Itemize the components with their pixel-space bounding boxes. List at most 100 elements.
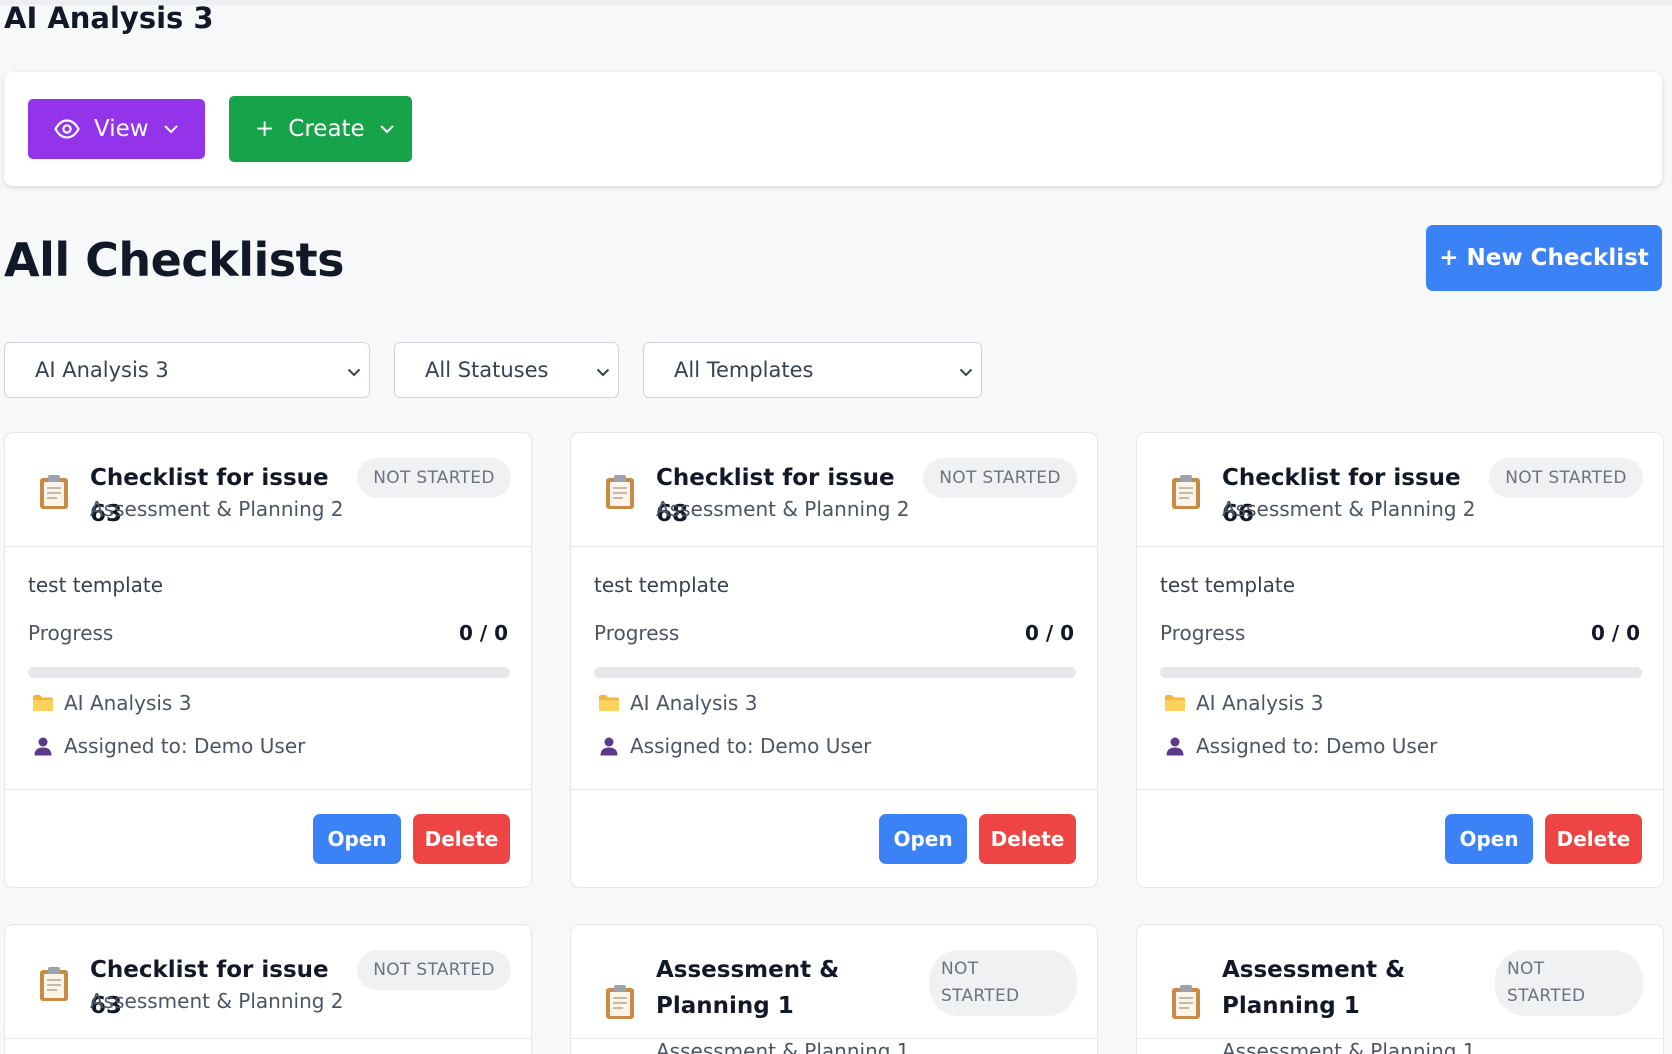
progress-value: 0 / 0: [1590, 621, 1640, 645]
open-button[interactable]: Open: [1445, 814, 1533, 864]
status-badge-line: STARTED: [1507, 986, 1586, 1006]
card-project: AI Analysis 3: [597, 691, 757, 715]
folder-icon: [1163, 694, 1187, 712]
toolbar: View + Create: [4, 72, 1662, 186]
checklist-card: Checklist for issue 63 Assessment & Plan…: [4, 432, 532, 888]
card-assignee-name: Assigned to: Demo User: [1196, 734, 1438, 758]
status-badge: NOT STARTED: [929, 950, 1077, 1016]
card-header: Assessment & Planning 1 Assessment & Pla…: [571, 925, 1097, 1054]
chevron-down-icon: [163, 124, 179, 134]
card-footer: Open Delete: [1137, 789, 1663, 887]
card-template-name: test template: [28, 573, 164, 597]
project-filter-value: AI Analysis 3: [35, 358, 169, 382]
checklist-card: Assessment & Planning 1 Assessment & Pla…: [570, 924, 1098, 1054]
progress-value: 0 / 0: [1024, 621, 1074, 645]
status-badge: NOT STARTED: [357, 950, 511, 990]
card-subtitle: Assessment & Planning 2: [1222, 497, 1476, 521]
status-badge-line: NOT: [1507, 959, 1545, 979]
user-icon: [597, 736, 621, 756]
plus-icon: +: [255, 116, 275, 142]
card-assignee-name: Assigned to: Demo User: [630, 734, 872, 758]
new-checklist-button[interactable]: + New Checklist: [1426, 225, 1662, 291]
progress-bar: [594, 667, 1076, 678]
delete-button[interactable]: Delete: [979, 814, 1076, 864]
clipboard-icon: [37, 965, 71, 1007]
delete-button[interactable]: Delete: [1545, 814, 1642, 864]
project-filter-select[interactable]: AI Analysis 3: [4, 342, 370, 398]
checklist-card: Checklist for issue 68 Assessment & Plan…: [570, 432, 1098, 888]
card-subtitle: Assessment & Planning 2: [656, 497, 910, 521]
delete-button[interactable]: Delete: [413, 814, 510, 864]
eye-icon: [54, 119, 80, 139]
folder-icon: [597, 694, 621, 712]
card-project: AI Analysis 3: [31, 691, 191, 715]
card-assignee: Assigned to: Demo User: [597, 734, 871, 758]
card-project-name: AI Analysis 3: [64, 691, 192, 715]
create-dropdown-button[interactable]: + Create: [229, 96, 412, 162]
card-project-name: AI Analysis 3: [630, 691, 758, 715]
checklist-card: Assessment & Planning 1 Assessment & Pla…: [1136, 924, 1664, 1054]
card-footer: Open Delete: [5, 789, 531, 887]
clipboard-icon: [1169, 983, 1203, 1025]
card-project-name: AI Analysis 3: [1196, 691, 1324, 715]
card-title[interactable]: Assessment & Planning 1: [1222, 952, 1462, 1024]
create-label: Create: [288, 116, 365, 142]
card-body: test template Progress 0 / 0 AI Analysis…: [1137, 547, 1663, 789]
view-label: View: [94, 116, 149, 142]
card-assignee-name: Assigned to: Demo User: [64, 734, 306, 758]
status-badge-line: NOT: [941, 959, 979, 979]
card-header: Checklist for issue 68 Assessment & Plan…: [571, 433, 1097, 547]
card-subtitle: Assessment & Planning 1: [1222, 1039, 1476, 1054]
template-filter-value: All Templates: [674, 358, 814, 382]
clipboard-icon: [603, 983, 637, 1025]
status-badge: NOT STARTED: [1489, 458, 1643, 498]
chevron-down-icon: [347, 358, 361, 382]
progress-bar: [1160, 667, 1642, 678]
folder-icon: [31, 694, 55, 712]
card-project: AI Analysis 3: [1163, 691, 1323, 715]
progress-label: Progress: [28, 621, 114, 645]
app-title: AI Analysis 3: [4, 1, 214, 35]
card-footer: Open Delete: [571, 789, 1097, 887]
chevron-down-icon: [596, 358, 610, 382]
card-body: test template Progress 0 / 0 AI Analysis…: [571, 547, 1097, 789]
card-assignee: Assigned to: Demo User: [1163, 734, 1437, 758]
open-button[interactable]: Open: [313, 814, 401, 864]
card-header: Assessment & Planning 1 Assessment & Pla…: [1137, 925, 1663, 1054]
card-header: Checklist for issue 63 Assessment & Plan…: [5, 925, 531, 1039]
progress-bar: [28, 667, 510, 678]
card-template-name: test template: [594, 573, 730, 597]
card-subtitle: Assessment & Planning 1: [656, 1039, 910, 1054]
user-icon: [1163, 736, 1187, 756]
chevron-down-icon: [959, 358, 973, 382]
status-badge: NOT STARTED: [357, 458, 511, 498]
page-title: All Checklists: [4, 233, 345, 287]
progress-label: Progress: [594, 621, 680, 645]
chevron-down-icon: [379, 124, 395, 134]
progress-label: Progress: [1160, 621, 1246, 645]
card-subtitle: Assessment & Planning 2: [90, 989, 344, 1013]
card-template-name: test template: [1160, 573, 1296, 597]
status-filter-value: All Statuses: [425, 358, 549, 382]
status-badge-line: STARTED: [941, 986, 1020, 1006]
clipboard-icon: [37, 473, 71, 515]
card-subtitle: Assessment & Planning 2: [90, 497, 344, 521]
view-dropdown-button[interactable]: View: [28, 99, 205, 159]
card-assignee: Assigned to: Demo User: [31, 734, 305, 758]
progress-value: 0 / 0: [458, 621, 508, 645]
checklist-card: Checklist for issue 66 Assessment & Plan…: [1136, 432, 1664, 888]
checklist-card: Checklist for issue 63 Assessment & Plan…: [4, 924, 532, 1054]
card-header: Checklist for issue 66 Assessment & Plan…: [1137, 433, 1663, 547]
card-header: Checklist for issue 63 Assessment & Plan…: [5, 433, 531, 547]
template-filter-select[interactable]: All Templates: [643, 342, 982, 398]
top-border: [0, 0, 1672, 5]
status-filter-select[interactable]: All Statuses: [394, 342, 619, 398]
open-button[interactable]: Open: [879, 814, 967, 864]
clipboard-icon: [1169, 473, 1203, 515]
user-icon: [31, 736, 55, 756]
clipboard-icon: [603, 473, 637, 515]
status-badge: NOT STARTED: [1495, 950, 1643, 1016]
card-title[interactable]: Assessment & Planning 1: [656, 952, 896, 1024]
card-body: test template Progress 0 / 0 AI Analysis…: [5, 547, 531, 789]
status-badge: NOT STARTED: [923, 458, 1077, 498]
